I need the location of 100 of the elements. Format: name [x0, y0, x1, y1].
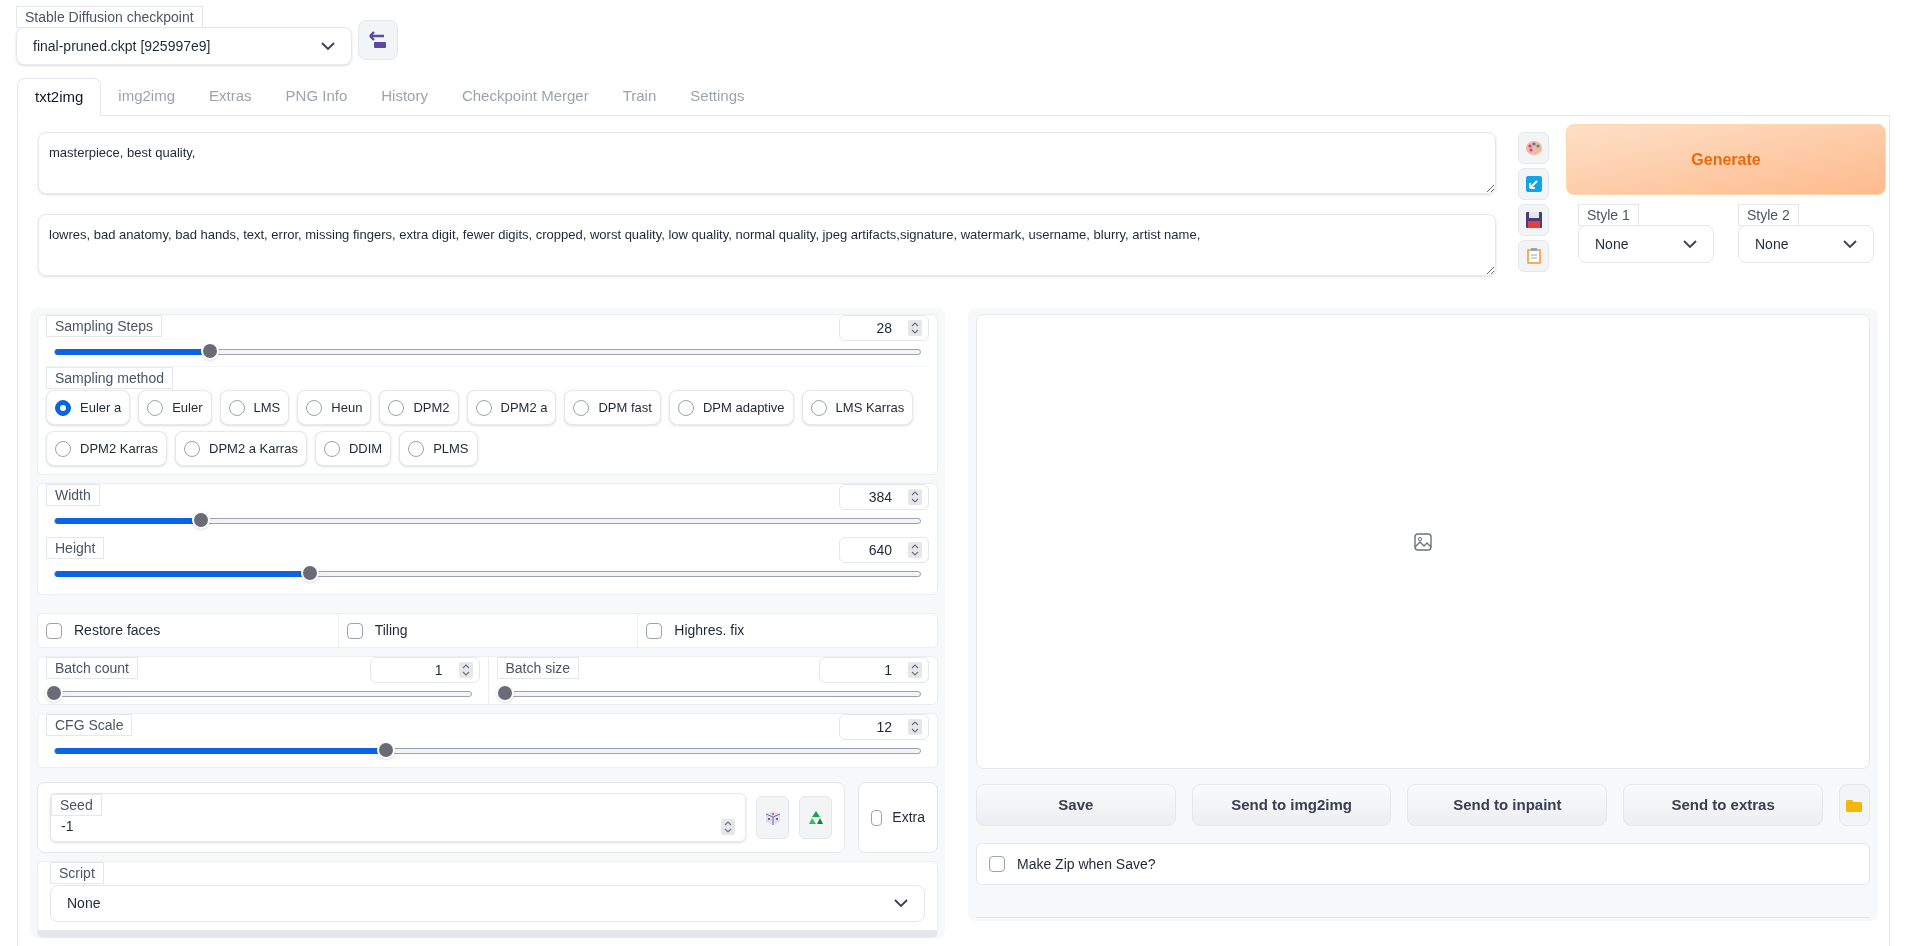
radio-option[interactable]: DPM2: [379, 390, 459, 425]
action-button[interactable]: Send to img2img: [1191, 784, 1392, 826]
checkbox[interactable]: [989, 856, 1005, 872]
style-dropdown[interactable]: None: [1578, 225, 1714, 263]
radio-option[interactable]: DPM fast: [564, 390, 661, 425]
chevron-down-icon: [1843, 239, 1857, 249]
field-label: Script: [50, 862, 104, 884]
radio-button[interactable]: [147, 399, 164, 416]
dice-icon: [764, 809, 781, 826]
field-label: Width: [46, 484, 100, 506]
radio-button[interactable]: [408, 440, 425, 457]
spinner-icon: [908, 320, 922, 336]
checkbox[interactable]: [646, 622, 663, 639]
slider-thumb[interactable]: [300, 564, 319, 582]
field-label: CFG Scale: [46, 714, 133, 736]
field-label: Sampling Steps: [46, 315, 163, 337]
radio-option[interactable]: DDIM: [314, 431, 392, 466]
checkbox-label: Make Zip when Save?: [1017, 854, 1156, 874]
radio-button[interactable]: [306, 399, 323, 416]
field-value: 1: [884, 660, 893, 680]
recycle-button[interactable]: [799, 796, 832, 839]
seed-field[interactable]: Seed -1: [50, 793, 746, 842]
dropdown-value: None: [67, 894, 101, 913]
number-field[interactable]: 1: [369, 657, 480, 683]
radio-button[interactable]: [55, 440, 71, 457]
spinner-icon: [908, 489, 922, 505]
field-label: Batch count: [46, 657, 138, 679]
radio-option[interactable]: LMS Karras: [801, 390, 914, 425]
radio-button[interactable]: [323, 440, 340, 457]
number-field[interactable]: 1: [819, 657, 929, 683]
spinner-icon: [908, 719, 922, 735]
radio-option[interactable]: Euler a: [46, 390, 131, 425]
field-label: Style 1: [1578, 204, 1639, 226]
radio-button[interactable]: [677, 399, 694, 416]
radio-button[interactable]: [55, 399, 71, 416]
field-label: Height: [46, 537, 105, 559]
radio-button[interactable]: [388, 399, 405, 416]
slider-thumb[interactable]: [192, 511, 211, 529]
field-value: 640: [868, 540, 893, 560]
chevron-down-icon: [1683, 239, 1697, 249]
radio-button[interactable]: [573, 399, 590, 416]
action-button[interactable]: Send to extras: [1623, 784, 1823, 826]
radio-button[interactable]: [810, 399, 827, 416]
script-dropdown[interactable]: None: [50, 885, 925, 922]
number-field[interactable]: 28: [839, 315, 929, 341]
action-button[interactable]: Save: [976, 784, 1176, 826]
action-button[interactable]: Send to inpaint: [1407, 784, 1608, 826]
dropdown-value: None: [1595, 234, 1629, 254]
field-label: Seed: [51, 794, 102, 816]
radio-option[interactable]: PLMS: [399, 431, 478, 466]
field-value: 12: [876, 717, 893, 737]
slider-thumb[interactable]: [201, 342, 220, 360]
checkbox[interactable]: [46, 622, 62, 639]
style-dropdown[interactable]: None: [1738, 225, 1874, 263]
radio-option[interactable]: DPM2 a Karras: [175, 431, 307, 466]
checkbox-arrow-button[interactable]: [1518, 168, 1549, 200]
number-field[interactable]: 640: [839, 537, 929, 563]
folder-button[interactable]: [1838, 784, 1870, 826]
radio-option[interactable]: DPM2 Karras: [46, 431, 168, 466]
folder-icon: [1846, 798, 1863, 812]
image-icon: [1414, 532, 1432, 551]
tab[interactable]: txt2img: [17, 78, 102, 116]
radio-option[interactable]: Euler: [138, 390, 212, 425]
field-label: Style 2: [1738, 204, 1799, 226]
clipboard-button[interactable]: [1518, 240, 1549, 272]
model-dropdown[interactable]: final-pruned.ckpt [925997e9]: [16, 27, 352, 65]
slider-thumb[interactable]: [45, 684, 63, 702]
palette-button[interactable]: [1518, 132, 1549, 164]
dropdown-value: None: [1755, 234, 1789, 254]
spinner-icon: [908, 542, 922, 558]
radio-button[interactable]: [475, 399, 492, 416]
recycle-icon: [806, 809, 825, 826]
field-value: 1: [434, 660, 444, 680]
floppy-disk-button[interactable]: [1518, 204, 1549, 236]
field-label: Batch size: [496, 657, 580, 679]
number-field[interactable]: 12: [839, 714, 929, 740]
swap-button[interactable]: [358, 20, 398, 60]
field-value: 28: [876, 318, 893, 338]
slider-thumb[interactable]: [377, 741, 396, 759]
radio-button[interactable]: [228, 399, 245, 416]
radio-option[interactable]: LMS: [219, 390, 290, 425]
clipboard-icon: [1524, 247, 1543, 265]
palette-icon: [1524, 139, 1543, 157]
radio-option[interactable]: DPM2 a: [466, 390, 557, 425]
number-field[interactable]: 384: [839, 484, 929, 510]
dice-button[interactable]: [756, 796, 789, 839]
slider-thumb[interactable]: [495, 684, 514, 702]
prompt-field[interactable]: masterpiece, best quality,: [38, 132, 1496, 194]
checkbox[interactable]: [346, 622, 363, 639]
field-value: -1: [61, 817, 74, 836]
negative-prompt-field[interactable]: lowres, bad anatomy, bad hands, text, error, missing fingers, extra digit, fewer digits, cropped, worst quality, low quality, normal quality, jpeg artifacts,signature, watermark, username, blurry, artist name,: [38, 214, 1496, 276]
radio-button[interactable]: [184, 440, 201, 457]
dropdown-value: final-pruned.ckpt [925997e9]: [33, 36, 211, 56]
chevron-down-icon: [894, 899, 908, 908]
radio-option[interactable]: Heun: [297, 390, 372, 425]
checkbox-label: Tiling: [374, 621, 408, 640]
radio-option[interactable]: DPM adaptive: [668, 390, 794, 425]
checkbox[interactable]: [871, 809, 883, 826]
field-value: 384: [868, 487, 893, 507]
checkbox-label: Extra: [892, 808, 925, 827]
